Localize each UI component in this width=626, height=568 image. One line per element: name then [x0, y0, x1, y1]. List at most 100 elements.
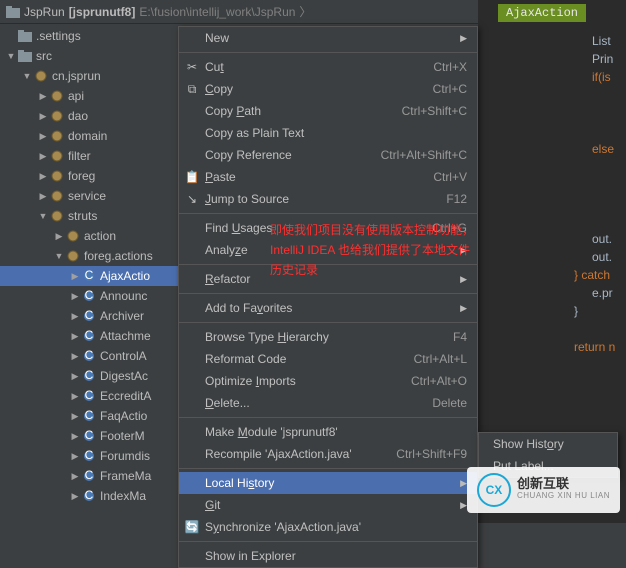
tree-item-faqactio[interactable]: CFaqActio — [0, 406, 178, 426]
tree-item-footerm[interactable]: CFooterM — [0, 426, 178, 446]
menu-shortcut: Delete — [412, 396, 467, 410]
menu-item-copy-as-plain-text[interactable]: Copy as Plain Text — [179, 122, 477, 144]
tree-arrow-icon[interactable] — [6, 51, 16, 61]
tree-item-service[interactable]: service — [0, 186, 178, 206]
tree-item-dao[interactable]: dao — [0, 106, 178, 126]
menu-item-add-to-favorites[interactable]: Add to Favorites▶ — [179, 297, 477, 319]
menu-item-cut[interactable]: ✂CutCtrl+X — [179, 56, 477, 78]
menu-item-analyze[interactable]: Analyze▶ — [179, 239, 477, 261]
code-line[interactable]: else — [592, 142, 626, 160]
code-line[interactable] — [592, 124, 626, 142]
code-line[interactable] — [592, 160, 626, 178]
tree-arrow-icon[interactable] — [38, 191, 48, 202]
tree-item-controla[interactable]: CControlA — [0, 346, 178, 366]
tree-item-ajaxactio[interactable]: CAjaxActio — [0, 266, 178, 286]
menu-item-refactor[interactable]: Refactor▶ — [179, 268, 477, 290]
tree-item-filter[interactable]: filter — [0, 146, 178, 166]
menu-item-optimize-imports[interactable]: Optimize ImportsCtrl+Alt+O — [179, 370, 477, 392]
menu-item-reformat-code[interactable]: Reformat CodeCtrl+Alt+L — [179, 348, 477, 370]
package-icon — [34, 70, 48, 82]
tree-item-domain[interactable]: domain — [0, 126, 178, 146]
menu-item-synchronize-ajaxaction-java-[interactable]: 🔄Synchronize 'AjaxAction.java' — [179, 516, 477, 538]
tree-arrow-icon[interactable] — [70, 411, 80, 422]
tree-item-struts[interactable]: struts — [0, 206, 178, 226]
code-line[interactable] — [592, 322, 626, 340]
tree-arrow-icon[interactable] — [38, 171, 48, 182]
menu-item-delete-[interactable]: Delete...Delete — [179, 392, 477, 414]
tree-arrow-icon[interactable] — [22, 71, 32, 81]
tree-item-archiver[interactable]: CArchiver — [0, 306, 178, 326]
tree-arrow-icon[interactable] — [70, 491, 80, 502]
tree-item-eccredita[interactable]: CEccreditA — [0, 386, 178, 406]
tree-item-foreg[interactable]: foreg — [0, 166, 178, 186]
code-line[interactable] — [592, 196, 626, 214]
code-line[interactable]: } catch — [574, 268, 626, 286]
menu-item-jump-to-source[interactable]: ↘Jump to SourceF12 — [179, 188, 477, 210]
code-line[interactable]: out. — [592, 232, 626, 250]
tree-arrow-icon[interactable] — [38, 211, 48, 221]
code-line[interactable]: out. — [592, 250, 626, 268]
tree-arrow-icon[interactable] — [54, 251, 64, 261]
menu-item-find-usages[interactable]: Find UsagesCtrl+G — [179, 217, 477, 239]
editor-tab-highlight[interactable]: AjaxAction — [498, 4, 586, 22]
tree-arrow-icon[interactable] — [54, 231, 64, 242]
menu-item-copy[interactable]: ⧉CopyCtrl+C — [179, 78, 477, 100]
tree-arrow-icon[interactable] — [70, 471, 80, 482]
tree-arrow-icon[interactable] — [70, 331, 80, 342]
tree-arrow-icon[interactable] — [70, 291, 80, 302]
tree-item-framema[interactable]: CFrameMa — [0, 466, 178, 486]
code-line[interactable]: List — [592, 34, 626, 52]
tree-arrow-icon[interactable] — [38, 131, 48, 142]
tree-arrow-icon[interactable] — [38, 151, 48, 162]
tree-item-indexma[interactable]: CIndexMa — [0, 486, 178, 506]
tree-item-foreg-actions[interactable]: foreg.actions — [0, 246, 178, 266]
package-icon — [50, 190, 64, 202]
cut-icon: ✂ — [184, 60, 200, 74]
tree-arrow-icon[interactable] — [70, 431, 80, 442]
tree-arrow-icon[interactable] — [38, 91, 48, 102]
code-line[interactable] — [592, 106, 626, 124]
tree-item-forumdis[interactable]: CForumdis — [0, 446, 178, 466]
tree-item-action[interactable]: action — [0, 226, 178, 246]
tree-arrow-icon[interactable] — [70, 311, 80, 322]
menu-item-copy-path[interactable]: Copy PathCtrl+Shift+C — [179, 100, 477, 122]
tree-item-api[interactable]: api — [0, 86, 178, 106]
menu-item-paste[interactable]: 📋PasteCtrl+V — [179, 166, 477, 188]
menu-item-browse-type-hierarchy[interactable]: Browse Type HierarchyF4 — [179, 326, 477, 348]
tree-arrow-icon[interactable] — [70, 391, 80, 402]
code-line[interactable] — [592, 88, 626, 106]
tree-item--settings[interactable]: .settings — [0, 26, 178, 46]
tree-item-attachme[interactable]: CAttachme — [0, 326, 178, 346]
code-line[interactable]: if(is — [592, 70, 626, 88]
tree-item-cn-jsprun[interactable]: cn.jsprun — [0, 66, 178, 86]
tree-item-digestac[interactable]: CDigestAc — [0, 366, 178, 386]
tree-arrow-icon[interactable] — [70, 371, 80, 382]
code-line[interactable]: Prin — [592, 52, 626, 70]
code-line[interactable]: } — [574, 304, 626, 322]
submenu-item-show-history[interactable]: Show History — [479, 433, 617, 455]
code-line[interactable]: e.pr — [592, 286, 626, 304]
menu-item-show-in-explorer[interactable]: Show in Explorer — [179, 545, 477, 567]
menu-item-copy-reference[interactable]: Copy ReferenceCtrl+Alt+Shift+C — [179, 144, 477, 166]
code-token: return n — [574, 340, 615, 354]
tree-arrow-icon[interactable] — [70, 451, 80, 462]
code-line[interactable] — [592, 178, 626, 196]
tree-arrow-icon[interactable] — [38, 111, 48, 122]
menu-item-new[interactable]: New▶ — [179, 27, 477, 49]
menu-item-make-module-jsprunutf8-[interactable]: Make Module 'jsprunutf8' — [179, 421, 477, 443]
code-line[interactable]: return n — [574, 340, 626, 358]
tree-arrow-icon[interactable] — [70, 271, 80, 282]
logo-cn: 创新互联 — [517, 478, 610, 490]
menu-separator — [179, 293, 477, 294]
tree-arrow-icon[interactable] — [70, 351, 80, 362]
code-line[interactable] — [592, 214, 626, 232]
tree-item-src[interactable]: src — [0, 46, 178, 66]
project-tree[interactable]: .settingssrccn.jsprunapidaodomainfilterf… — [0, 24, 178, 523]
tree-label: action — [84, 229, 116, 243]
menu-item-recompile-ajaxaction-java-[interactable]: Recompile 'AjaxAction.java'Ctrl+Shift+F9 — [179, 443, 477, 465]
copy-icon: ⧉ — [184, 82, 200, 97]
breadcrumb-project[interactable]: JspRun — [24, 5, 65, 19]
menu-item-git[interactable]: Git▶ — [179, 494, 477, 516]
tree-item-announc[interactable]: CAnnounc — [0, 286, 178, 306]
menu-item-local-history[interactable]: Local History▶ — [179, 472, 477, 494]
